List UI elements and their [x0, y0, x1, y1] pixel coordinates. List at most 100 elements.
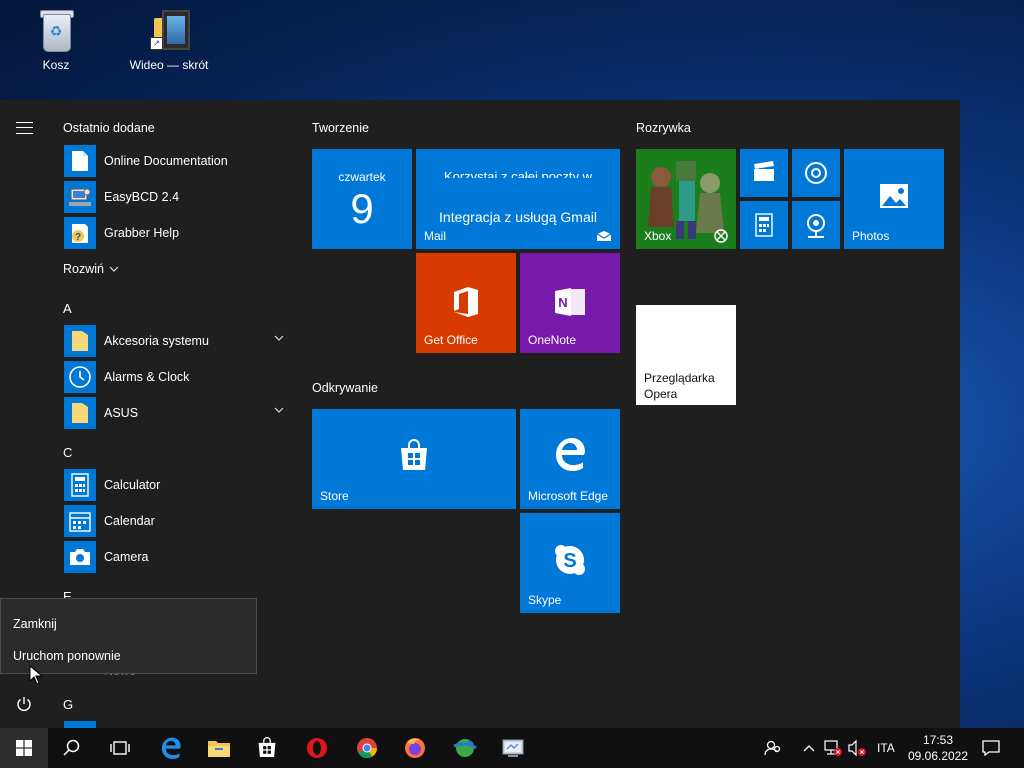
tile-label: Photos: [852, 229, 890, 243]
document-icon: [64, 145, 96, 177]
letter-header-c[interactable]: C: [63, 445, 72, 460]
taskbar-network-app[interactable]: [442, 728, 488, 768]
opera-icon: [307, 738, 327, 758]
store-bag-icon: [312, 439, 516, 473]
volume-tray-button[interactable]: [846, 728, 868, 768]
mail-tile-line2: Integracja z usługą Gmail: [439, 209, 597, 225]
desktop-icon-label: Kosz: [42, 58, 70, 72]
tile-microsoft-edge[interactable]: Microsoft Edge: [520, 409, 620, 509]
opera-tile-line2: Opera: [644, 387, 678, 401]
svg-text:?: ?: [75, 232, 81, 243]
app-camera[interactable]: Camera: [64, 541, 294, 573]
network-tray-button[interactable]: [822, 728, 844, 768]
mouse-cursor-icon: [29, 665, 43, 685]
recent-section-title: Ostatnio dodane: [63, 121, 155, 135]
tile-label: Microsoft Edge: [528, 489, 609, 503]
action-center-button[interactable]: [978, 728, 1004, 768]
people-icon: [764, 740, 781, 756]
show-hidden-icons-button[interactable]: [798, 728, 820, 768]
taskbar-control-panel[interactable]: [490, 728, 536, 768]
shutdown-menu-item[interactable]: Zamknij: [13, 617, 57, 631]
app-label: Calendar: [104, 514, 155, 528]
tile-skype[interactable]: S Skype: [520, 513, 620, 613]
app-online-documentation[interactable]: Online Documentation: [64, 145, 294, 177]
start-button[interactable]: [0, 728, 48, 768]
app-label: ASUS: [104, 406, 139, 420]
app-alarms-clock[interactable]: Alarms & Clock: [64, 361, 294, 393]
calendar-icon: [64, 505, 96, 537]
tile-groove-music[interactable]: [792, 149, 840, 197]
desktop-icon-recycle-bin[interactable]: ♻ Kosz: [6, 8, 106, 72]
tile-maps[interactable]: [792, 201, 840, 249]
tile-calculator[interactable]: [740, 201, 788, 249]
tile-calendar[interactable]: czwartek 9: [312, 149, 412, 249]
taskbar-store[interactable]: [244, 728, 290, 768]
clock-time: 17:53: [922, 733, 954, 747]
app-label: EasyBCD 2.4: [104, 190, 180, 204]
app-label: Online Documentation: [104, 154, 228, 168]
file-explorer-icon: [208, 741, 230, 757]
group-title-odkrywanie[interactable]: Odkrywanie: [312, 381, 378, 395]
taskbar-firefox[interactable]: [392, 728, 438, 768]
input-language-indicator[interactable]: ITA: [877, 741, 895, 755]
power-icon[interactable]: [14, 694, 34, 714]
app-asus[interactable]: ASUS: [64, 397, 294, 429]
help-icon: ?: [64, 217, 96, 249]
task-view-button[interactable]: [96, 728, 144, 768]
store-icon: [258, 737, 276, 758]
group-title-rozrywka[interactable]: Rozrywka: [636, 121, 691, 135]
tile-opera-browser[interactable]: Przeglądarka Opera: [636, 305, 736, 405]
app-easybcd[interactable]: EasyBCD 2.4: [64, 181, 294, 213]
taskbar-edge[interactable]: [148, 728, 194, 768]
app-label: Camera: [104, 550, 149, 564]
expand-label: Rozwiń: [63, 262, 104, 276]
app-calculator[interactable]: Calculator: [64, 469, 294, 501]
calendar-tile-date: 9: [350, 185, 374, 232]
restart-menu-item[interactable]: Uruchom ponownie: [13, 649, 121, 663]
mail-envelope-icon: [596, 231, 612, 241]
clock-icon: [64, 361, 96, 393]
power-options-menu: Zamknij Uruchom ponownie: [0, 598, 257, 674]
skype-icon: S: [520, 543, 620, 577]
desktop-icon-video-shortcut[interactable]: ↗ Wideo — skrót: [119, 8, 219, 72]
calendar-tile-day: czwartek: [338, 170, 386, 184]
letter-header-g[interactable]: G: [63, 697, 73, 712]
tile-xbox[interactable]: Xbox: [636, 149, 736, 249]
clock[interactable]: 17:53 09.06.2022: [904, 732, 972, 764]
camera-icon: [64, 541, 96, 573]
svg-text:S: S: [563, 550, 576, 572]
taskbar: ITA 17:53 09.06.2022: [0, 728, 1024, 768]
app-calendar[interactable]: Calendar: [64, 505, 294, 537]
tile-label: Xbox: [644, 229, 672, 243]
tile-mail[interactable]: Korzystaj z całej poczty w Integracja z …: [416, 149, 620, 249]
letter-header-a[interactable]: A: [63, 301, 72, 316]
expand-toggle[interactable]: Rozwiń: [63, 262, 119, 276]
tile-label: Skype: [528, 593, 562, 607]
app-label: Grabber Help: [104, 226, 180, 240]
easybcd-icon: [64, 181, 96, 213]
webcam-map-icon: [792, 213, 840, 239]
tile-movies-tv[interactable]: [740, 149, 788, 197]
folder-icon: [64, 397, 96, 429]
people-button[interactable]: [760, 728, 786, 768]
hamburger-menu-icon[interactable]: [16, 122, 33, 134]
chrome-icon: [357, 738, 378, 759]
search-button[interactable]: [48, 728, 96, 768]
notification-icon: [982, 740, 1000, 756]
taskbar-file-explorer[interactable]: [196, 728, 242, 768]
app-grabber-help[interactable]: ? Grabber Help: [64, 217, 294, 249]
task-view-icon: [110, 741, 130, 755]
tile-store[interactable]: Store: [312, 409, 516, 509]
tile-get-office[interactable]: Get Office: [416, 253, 516, 353]
tile-photos[interactable]: Photos: [844, 149, 944, 249]
tile-onenote[interactable]: N OneNote: [520, 253, 620, 353]
app-label: Alarms & Clock: [104, 370, 190, 384]
volume-muted-icon: [848, 739, 866, 757]
chevron-down-icon: [274, 407, 284, 413]
group-title-tworzenie[interactable]: Tworzenie: [312, 121, 369, 135]
taskbar-chrome[interactable]: [344, 728, 390, 768]
network-disconnected-icon: [824, 740, 842, 756]
control-panel-icon: [502, 739, 524, 757]
app-akcesoria-systemu[interactable]: Akcesoria systemu: [64, 325, 294, 357]
taskbar-opera[interactable]: [294, 728, 340, 768]
